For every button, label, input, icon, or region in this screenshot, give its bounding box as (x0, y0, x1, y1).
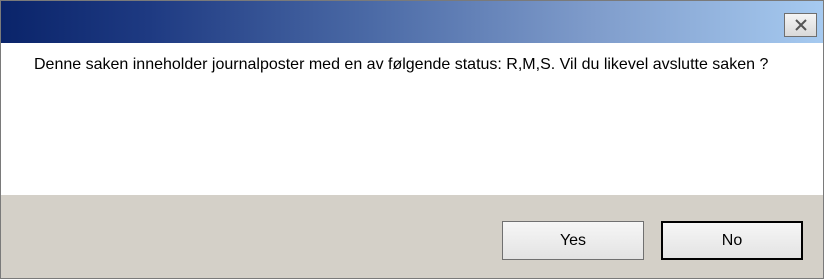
message-dialog: Denne saken inneholder journalposter med… (0, 0, 824, 279)
close-button[interactable] (784, 13, 817, 37)
button-bar: Yes No (1, 195, 823, 278)
yes-button[interactable]: Yes (502, 221, 644, 260)
dialog-message: Denne saken inneholder journalposter med… (34, 56, 769, 73)
close-icon (794, 19, 808, 31)
title-bar[interactable] (1, 1, 823, 43)
no-button[interactable]: No (661, 221, 803, 260)
